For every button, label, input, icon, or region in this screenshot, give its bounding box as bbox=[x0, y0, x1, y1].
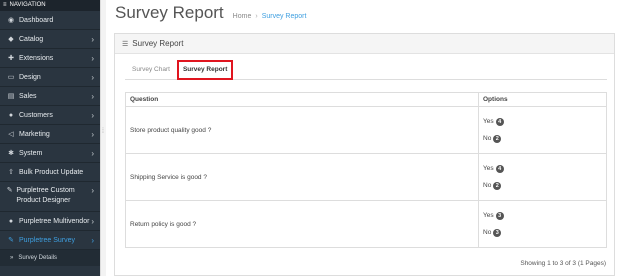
sidebar-item-label: Bulk Product Update bbox=[19, 168, 84, 176]
chevron-right-icon: › bbox=[91, 91, 94, 101]
sidebar-item-catalog[interactable]: ◆ Catalog › bbox=[0, 30, 100, 49]
page-header: Survey Report Home › Survey Report bbox=[106, 0, 624, 30]
user-icon: ● bbox=[8, 217, 14, 225]
chevron-right-icon: › bbox=[91, 186, 94, 195]
panel-title: Survey Report bbox=[132, 39, 184, 48]
table-row: Store product quality good ? Yes 4 No 2 bbox=[125, 106, 607, 154]
sidebar-item-label: Dashboard bbox=[19, 16, 54, 24]
sidebar-item-extensions[interactable]: ✚ Extensions › bbox=[0, 49, 100, 68]
user-icon: ● bbox=[8, 111, 14, 119]
chevron-right-icon: › bbox=[91, 148, 94, 158]
chevron-right-icon: › bbox=[91, 53, 94, 63]
vote-count-badge: 2 bbox=[493, 181, 502, 190]
option-label: No bbox=[483, 182, 492, 189]
tab-survey-chart[interactable]: Survey Chart bbox=[125, 63, 177, 79]
option-line: Yes 4 bbox=[483, 160, 602, 177]
sidebar-item-customers[interactable]: ● Customers › bbox=[0, 106, 100, 125]
sidebar-item-label: Purpletree Survey bbox=[19, 236, 76, 244]
vote-count-badge: 2 bbox=[493, 134, 502, 143]
sidebar: ≡ NAVIGATION ◉ Dashboard ◆ Catalog › ✚ Extensio… bbox=[0, 0, 100, 276]
options-cell: Yes 3 No 3 bbox=[478, 200, 607, 248]
sidebar-item-purpletree-survey[interactable]: ✎ Purpletree Survey › bbox=[0, 231, 100, 250]
breadcrumb-home[interactable]: Home bbox=[233, 13, 252, 20]
tag-icon: ◆ bbox=[8, 36, 14, 43]
table-row: Return policy is good ? Yes 3 No 3 bbox=[125, 200, 607, 248]
puzzle-icon: ✚ bbox=[8, 55, 14, 62]
vote-count-badge: 3 bbox=[493, 228, 502, 237]
sidebar-item-label: Marketing bbox=[19, 130, 50, 138]
option-line: Yes 4 bbox=[483, 113, 602, 130]
dashboard-icon: ◉ bbox=[7, 17, 15, 24]
nav-header-label: NAVIGATION bbox=[9, 2, 46, 8]
sidebar-subitem-label: Survey Details bbox=[18, 255, 58, 261]
chevron-right-icon: › bbox=[91, 34, 94, 44]
sidebar-item-purpletree-multivendor[interactable]: ● Purpletree Multivendor › bbox=[0, 212, 100, 231]
options-cell: Yes 4 No 2 bbox=[478, 106, 607, 154]
vote-count-badge: 3 bbox=[495, 211, 504, 220]
breadcrumb-current[interactable]: Survey Report bbox=[262, 13, 307, 20]
option-line: Yes 3 bbox=[483, 207, 602, 224]
edit-icon: ✎ bbox=[8, 237, 14, 244]
table-row: Shipping Service is good ? Yes 4 No 2 bbox=[125, 153, 607, 201]
column-options: Options bbox=[478, 92, 607, 107]
vote-count-badge: 4 bbox=[495, 164, 504, 173]
option-label: Yes bbox=[483, 212, 494, 219]
panel-heading: ☰ Survey Report bbox=[115, 34, 614, 54]
option-label: Yes bbox=[483, 118, 494, 125]
sidebar-item-label: Customers bbox=[19, 111, 53, 119]
option-label: No bbox=[483, 229, 492, 236]
sidebar-item-label: Purpletree Custom Product Designer bbox=[16, 187, 75, 204]
grip-icon[interactable]: ⁞ bbox=[102, 128, 104, 135]
chevron-right-icon: › bbox=[91, 129, 94, 139]
question-cell: Shipping Service is good ? bbox=[125, 153, 479, 201]
cart-icon: ▤ bbox=[7, 93, 15, 100]
sidebar-item-label: System bbox=[19, 149, 43, 157]
chevron-right-icon: › bbox=[91, 216, 94, 226]
sidebar-item-label: Catalog bbox=[19, 35, 44, 43]
nav-header: ≡ NAVIGATION bbox=[0, 0, 100, 11]
option-line: No 3 bbox=[483, 224, 602, 241]
survey-table: Question Options Store product quality g… bbox=[125, 92, 607, 248]
main-content: Survey Report Home › Survey Report ☰ Surve… bbox=[106, 0, 624, 276]
vote-count-badge: 4 bbox=[495, 117, 504, 126]
breadcrumb: Home › Survey Report bbox=[232, 13, 307, 20]
monitor-icon: ▭ bbox=[7, 74, 15, 81]
table-header-row: Question Options bbox=[125, 92, 607, 107]
question-cell: Return policy is good ? bbox=[125, 200, 479, 248]
sidebar-subitem-survey-details[interactable]: » Survey Details bbox=[0, 250, 100, 266]
survey-report-panel: ☰ Survey Report Survey Chart Survey Repo… bbox=[114, 33, 615, 276]
chevron-right-icon: › bbox=[91, 110, 94, 120]
option-line: No 2 bbox=[483, 177, 602, 194]
options-cell: Yes 4 No 2 bbox=[478, 153, 607, 201]
chevron-right-icon: › bbox=[91, 235, 94, 245]
pagination-info: Showing 1 to 3 of 3 (1 Pages) bbox=[520, 260, 606, 267]
list-icon: ☰ bbox=[122, 40, 129, 48]
sidebar-item-label: Extensions bbox=[19, 54, 54, 62]
option-label: Yes bbox=[483, 165, 494, 172]
sidebar-item-system[interactable]: ✱ System › bbox=[0, 144, 100, 163]
sidebar-item-bulk-product-update[interactable]: ⇧ Bulk Product Update bbox=[0, 163, 100, 182]
sidebar-item-design[interactable]: ▭ Design › bbox=[0, 68, 100, 87]
page-title: Survey Report bbox=[115, 3, 224, 22]
brush-icon: ✎ bbox=[6, 187, 13, 194]
sidebar-item-purpletree-custom-product-designer[interactable]: ✎ Purpletree Custom Product Designer › bbox=[0, 182, 100, 212]
option-line: No 2 bbox=[483, 130, 602, 147]
sidebar-item-sales[interactable]: ▤ Sales › bbox=[0, 87, 100, 106]
double-chevron-icon: » bbox=[10, 255, 14, 261]
option-label: No bbox=[483, 135, 492, 142]
sidebar-item-label: Purpletree Multivendor bbox=[19, 217, 90, 225]
question-cell: Store product quality good ? bbox=[125, 106, 479, 154]
tabs: Survey Chart Survey Report bbox=[125, 60, 607, 80]
upload-icon: ⇧ bbox=[8, 169, 14, 176]
sidebar-item-dashboard[interactable]: ◉ Dashboard bbox=[0, 11, 100, 30]
menu-icon: ≡ bbox=[3, 2, 7, 8]
column-question: Question bbox=[125, 92, 479, 107]
sidebar-item-marketing[interactable]: ◁ Marketing › bbox=[0, 125, 100, 144]
gear-icon: ✱ bbox=[8, 150, 14, 157]
tab-survey-report[interactable]: Survey Report bbox=[176, 60, 234, 80]
share-icon: ◁ bbox=[8, 131, 14, 138]
sidebar-item-label: Design bbox=[19, 73, 41, 81]
sidebar-item-label: Sales bbox=[19, 92, 37, 100]
chevron-right-icon: › bbox=[91, 72, 94, 82]
